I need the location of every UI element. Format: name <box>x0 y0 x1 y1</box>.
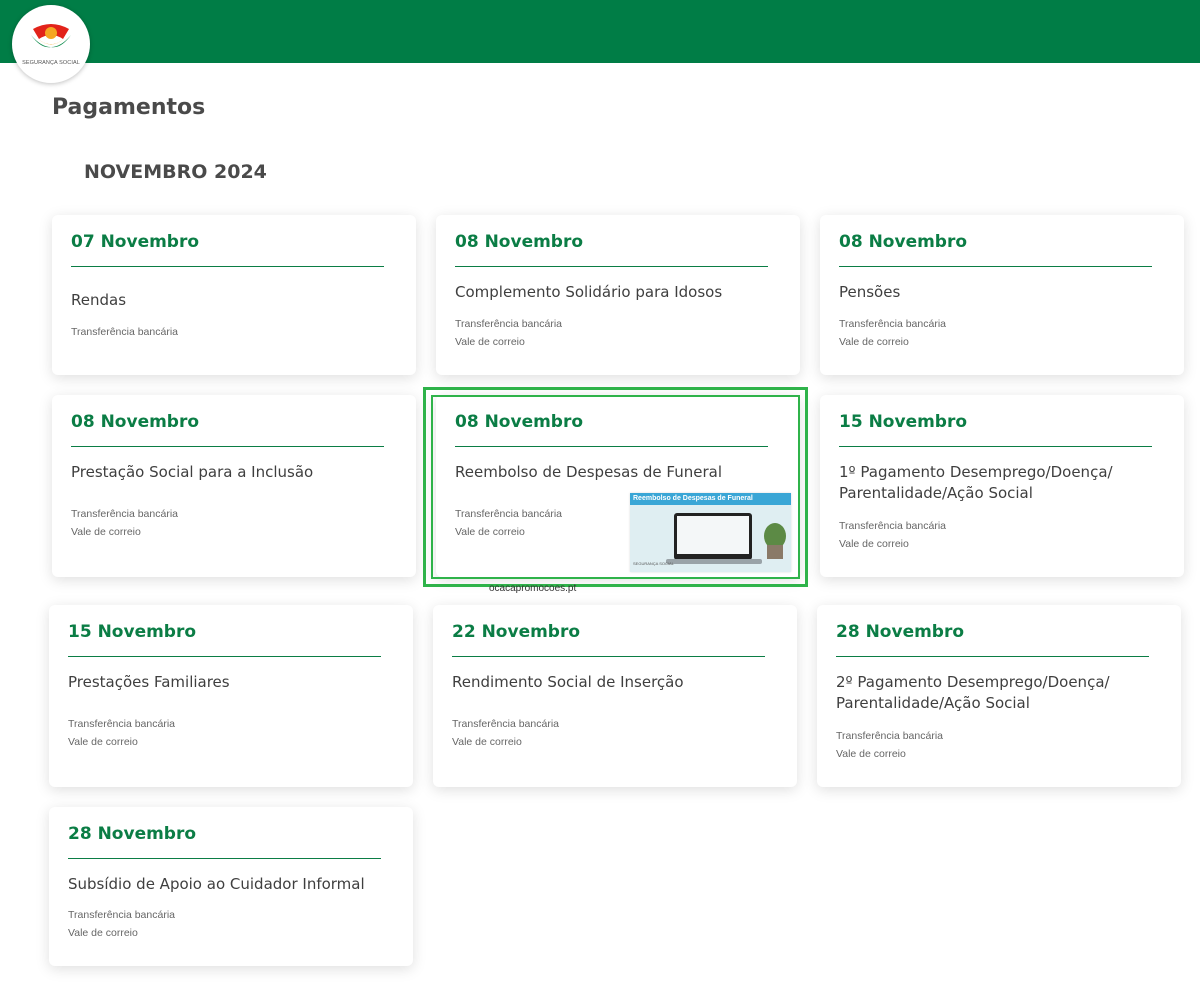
payment-card[interactable]: 28 Novembro 2º Pagamento Desemprego/Doen… <box>817 605 1181 787</box>
card-payment-methods: Transferência bancária Vale de correio <box>839 315 1139 351</box>
laptop-screen <box>677 516 749 554</box>
card-divider <box>839 266 1152 267</box>
payment-method: Transferência bancária <box>839 318 946 330</box>
card-payment-methods: Transferência bancária Vale de correio <box>452 715 752 751</box>
card-divider <box>455 266 768 267</box>
card-payment-methods: Transferência bancária <box>71 323 371 341</box>
promo-source[interactable]: ocacapromocoes.pt <box>489 583 576 594</box>
payment-method: Vale de correio <box>452 736 522 748</box>
payment-card[interactable]: 08 Novembro Complemento Solidário para I… <box>436 215 800 375</box>
page-title: Pagamentos <box>52 95 206 120</box>
card-divider <box>452 656 765 657</box>
payment-method: Transferência bancária <box>68 909 175 921</box>
card-payment-methods: Transferência bancária Vale de correio <box>68 906 368 942</box>
payment-method: Vale de correio <box>455 336 525 348</box>
card-payment-methods: Transferência bancária Vale de correio <box>68 715 368 751</box>
payment-card[interactable]: 08 Novembro Prestação Social para a Incl… <box>52 395 416 577</box>
month-heading: NOVEMBRO 2024 <box>84 161 267 183</box>
top-bar <box>0 0 1200 63</box>
payment-card[interactable]: 28 Novembro Subsídio de Apoio ao Cuidado… <box>49 807 413 966</box>
payment-card[interactable]: 08 Novembro Pensões Transferência bancár… <box>820 215 1184 375</box>
pot-icon <box>767 545 783 559</box>
laptop-icon <box>674 513 752 560</box>
card-date: 15 Novembro <box>839 412 968 432</box>
logo-wordmark: SEGURANÇA SOCIAL <box>22 60 80 66</box>
payment-card[interactable]: 15 Novembro Prestações Familiares Transf… <box>49 605 413 787</box>
card-divider <box>68 656 381 657</box>
payment-method: Transferência bancária <box>68 718 175 730</box>
payment-method: Transferência bancária <box>452 718 559 730</box>
payment-method: Vale de correio <box>68 736 138 748</box>
payment-method: Transferência bancária <box>455 318 562 330</box>
site-logo[interactable]: SEGURANÇA SOCIAL <box>12 5 90 83</box>
card-title: Complemento Solidário para Idosos <box>455 283 723 301</box>
card-date: 28 Novembro <box>836 622 965 642</box>
payment-card[interactable]: 15 Novembro 1º Pagamento Desemprego/Doen… <box>820 395 1184 577</box>
card-date: 07 Novembro <box>71 232 200 252</box>
payment-method: Vale de correio <box>71 526 141 538</box>
payment-card[interactable]: 22 Novembro Rendimento Social de Inserçã… <box>433 605 797 787</box>
card-date: 08 Novembro <box>839 232 968 252</box>
payment-method: Vale de correio <box>68 927 138 939</box>
card-divider <box>839 446 1152 447</box>
card-title: Rendimento Social de Inserção <box>452 673 684 691</box>
laptop-base <box>666 559 762 564</box>
payment-card[interactable]: 07 Novembro Rendas Transferência bancári… <box>52 215 416 375</box>
logo-emblem-icon <box>31 24 71 48</box>
card-divider <box>71 446 384 447</box>
card-payment-methods: Transferência bancária Vale de correio <box>455 315 755 351</box>
card-payment-methods: Transferência bancária Vale de correio <box>836 727 1136 763</box>
payment-method: Vale de correio <box>839 538 909 550</box>
card-title: 2º Pagamento Desemprego/Doença/ Parental… <box>836 673 1110 712</box>
payment-method: Transferência bancária <box>836 730 943 742</box>
payment-method: Vale de correio <box>836 748 906 760</box>
card-date: 08 Novembro <box>455 232 584 252</box>
payment-method: Vale de correio <box>839 336 909 348</box>
card-divider <box>71 266 384 267</box>
payment-method: Transferência bancária <box>839 520 946 532</box>
payment-method: Transferência bancária <box>71 508 178 520</box>
promo-banner: Reembolso de Despesas de Funeral <box>630 493 791 505</box>
card-title: Prestação Social para a Inclusão <box>71 463 314 481</box>
card-date: 08 Novembro <box>71 412 200 432</box>
promo-footer-logo: SEGURANÇA SOCIAL <box>633 561 674 566</box>
payment-method: Transferência bancária <box>71 326 178 338</box>
card-title: Subsídio de Apoio ao Cuidador Informal <box>68 875 365 893</box>
card-title: 1º Pagamento Desemprego/Doença/ Parental… <box>839 463 1113 502</box>
card-date: 28 Novembro <box>68 824 197 844</box>
card-title: Pensões <box>839 283 901 301</box>
card-divider <box>836 656 1149 657</box>
card-payment-methods: Transferência bancária Vale de correio <box>71 505 371 541</box>
card-title: Prestações Familiares <box>68 673 230 691</box>
promo-image[interactable]: Reembolso de Despesas de Funeral SEGURAN… <box>630 493 791 572</box>
card-divider <box>68 858 381 859</box>
card-date: 22 Novembro <box>452 622 581 642</box>
card-title: Rendas <box>71 291 127 309</box>
card-payment-methods: Transferência bancária Vale de correio <box>839 517 1139 553</box>
card-date: 15 Novembro <box>68 622 197 642</box>
